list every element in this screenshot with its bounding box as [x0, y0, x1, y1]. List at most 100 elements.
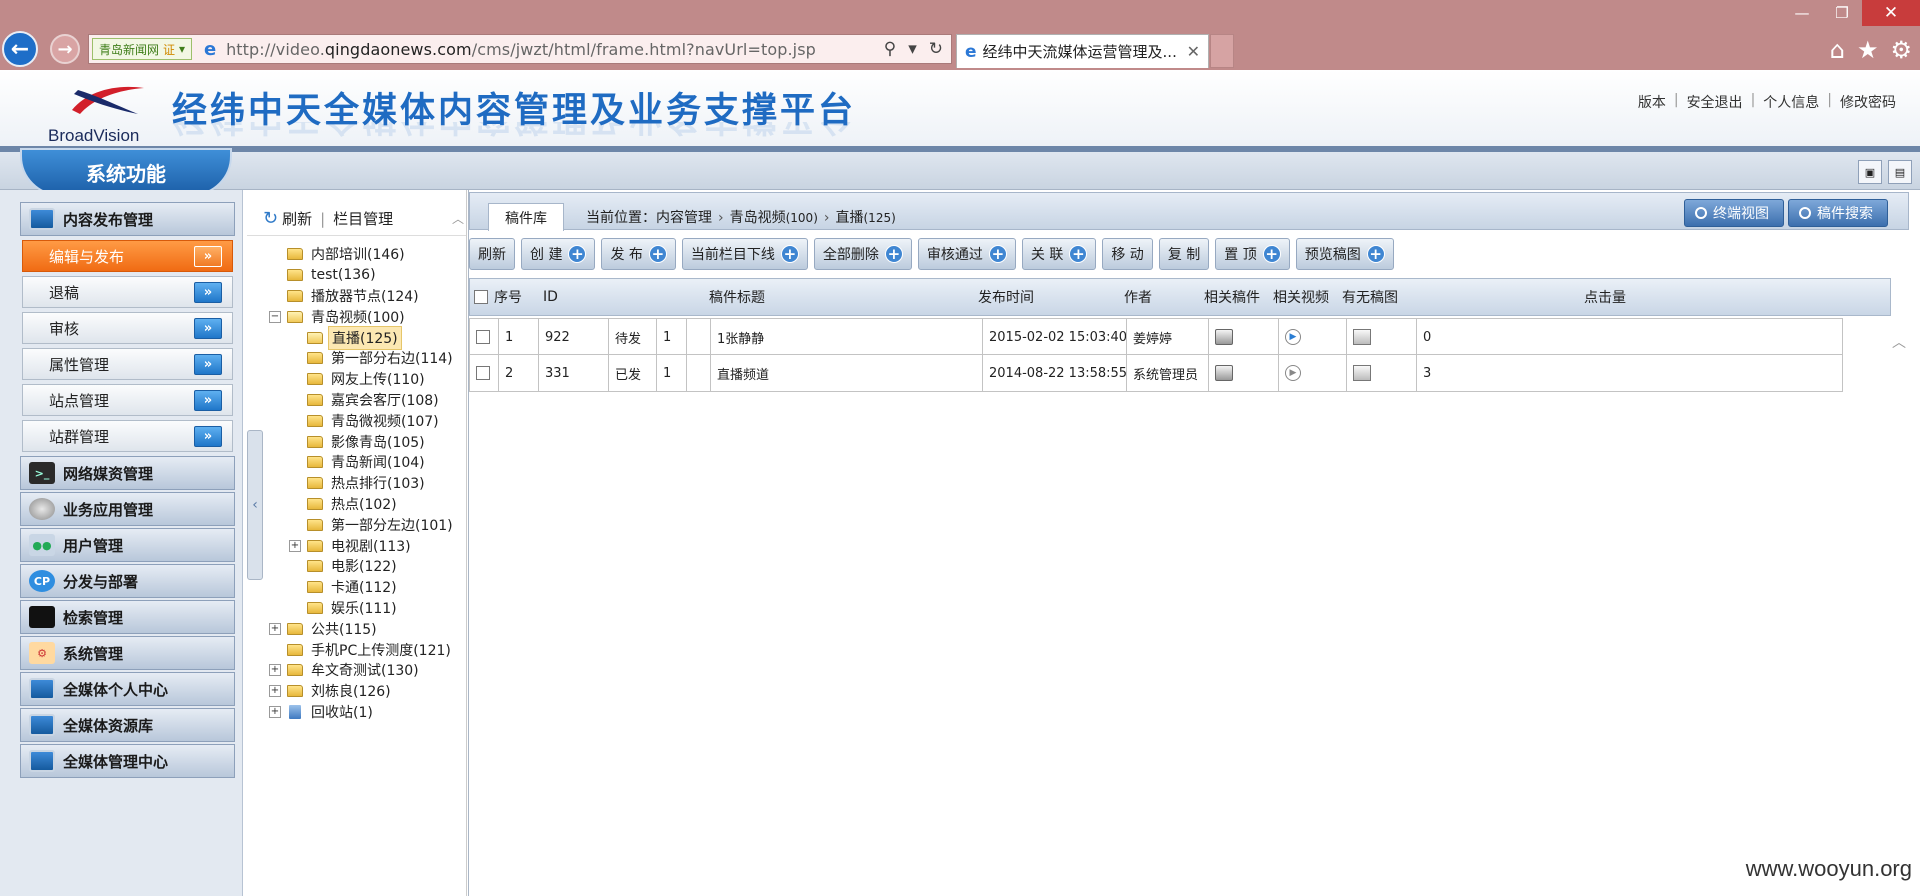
reload-icon[interactable]: ↻ [929, 39, 943, 59]
new-tab-button[interactable] [1210, 34, 1234, 68]
panel-splitter-handle[interactable]: ‹ [247, 430, 263, 580]
personal-info-link[interactable]: 个人信息 [1763, 92, 1819, 112]
toolbar-button[interactable]: 审核通过 + [917, 238, 1016, 270]
row-checkbox[interactable] [476, 366, 490, 380]
toolbar-button[interactable]: 预览稿图 + [1295, 238, 1394, 270]
row-checkbox[interactable] [476, 330, 490, 344]
toolbar-button[interactable]: 创 建 + [521, 238, 596, 270]
tree-node[interactable]: 网友上传(110) [269, 369, 466, 390]
tree-node[interactable]: 电影(122) [269, 556, 466, 577]
search-icon[interactable]: ⚲ [884, 39, 896, 59]
cell-title[interactable]: 1张静静 [717, 328, 764, 347]
forward-button[interactable]: → [50, 34, 80, 64]
tree-node[interactable]: + 回收站(1) [269, 702, 466, 723]
chevron-down-icon[interactable]: ▾ [908, 39, 917, 59]
maximize-icon[interactable]: ❐ [1822, 0, 1862, 26]
collapse-icon[interactable]: ︿ [452, 210, 464, 227]
column-header[interactable]: 作者 [1124, 287, 1152, 307]
version-link[interactable]: 版本 [1638, 92, 1666, 112]
tree-node[interactable]: 播放器节点(124) [269, 286, 466, 307]
tab-manuscript-library[interactable]: 稿件库 [488, 203, 564, 231]
tree-node[interactable]: 直播(125) [269, 325, 466, 350]
layout-toggle-icon[interactable]: ▣ [1858, 160, 1882, 184]
tree-node[interactable]: 热点(102) [269, 494, 466, 515]
tree-node[interactable]: 热点排行(103) [269, 473, 466, 494]
menu-group[interactable]: CP 分发与部署 [20, 564, 235, 598]
expand-toggle-icon[interactable]: + [269, 622, 281, 635]
tree-node[interactable]: test(136) [269, 265, 466, 286]
column-header[interactable]: 序号 [494, 287, 522, 307]
collapse-toggle-icon[interactable]: − [269, 310, 281, 323]
draft-image-icon[interactable] [1353, 365, 1371, 381]
tree-node[interactable]: 娱乐(111) [269, 598, 466, 619]
toolbar-button[interactable]: 复 制 [1158, 238, 1210, 270]
toolbar-button[interactable]: 置 顶 + [1215, 238, 1290, 270]
expand-toggle-icon[interactable]: + [289, 539, 301, 552]
layout-split-icon[interactable]: ▤ [1888, 160, 1912, 184]
terminal-view-button[interactable]: 终端视图 [1684, 199, 1784, 227]
tree-refresh-link[interactable]: 刷新 [282, 208, 312, 229]
url-text[interactable]: http://video.qingdaonews.com/cms/jwzt/ht… [226, 40, 816, 59]
column-header[interactable]: 点击量 [1584, 287, 1626, 307]
refresh-icon[interactable]: ↻ [263, 208, 278, 229]
related-video-play-icon[interactable]: ▶ [1285, 365, 1301, 381]
close-tab-icon[interactable]: ✕ [1187, 42, 1200, 61]
scroll-up-icon[interactable]: ︿ [1892, 332, 1906, 352]
menu-group[interactable]: 检索管理 [20, 600, 235, 634]
expand-toggle-icon[interactable]: + [269, 685, 281, 698]
related-doc-icon[interactable] [1215, 365, 1233, 381]
change-password-link[interactable]: 修改密码 [1840, 92, 1896, 112]
cell-title[interactable]: 直播频道 [717, 364, 769, 383]
tree-node[interactable]: 内部培训(146) [269, 244, 466, 265]
table-row[interactable]: 1 922 待发 1 1张静静 2015-02-02 15:03:40 姜婷婷 ▶ 0 [469, 318, 1843, 355]
sidebar-item[interactable]: 属性管理 » [22, 348, 233, 380]
menu-group[interactable]: 全媒体资源库 [20, 708, 235, 742]
tree-node[interactable]: 第一部分右边(114) [269, 348, 466, 369]
tree-node[interactable]: − 青岛视频(100) [269, 306, 466, 327]
column-header[interactable]: 发布时间 [978, 287, 1034, 307]
menu-group[interactable]: ⚙ 系统管理 [20, 636, 235, 670]
menu-group[interactable]: 业务应用管理 [20, 492, 235, 526]
sidebar-item[interactable]: 站点管理 » [22, 384, 233, 416]
toolbar-button[interactable]: 当前栏目下线 + [681, 238, 808, 270]
menu-group[interactable]: ●● 用户管理 [20, 528, 235, 562]
toolbar-button[interactable]: 移 动 [1102, 238, 1153, 270]
tree-node[interactable]: 手机PC上传测度(121) [269, 639, 466, 660]
tree-node[interactable]: + 电视剧(113) [269, 535, 466, 556]
browser-tab[interactable]: e 经纬中天流媒体运营管理及... ✕ [956, 34, 1209, 68]
minimize-icon[interactable]: — [1782, 0, 1822, 26]
favorites-star-icon[interactable]: ★ [1857, 36, 1879, 64]
column-header[interactable]: 相关视频 [1273, 287, 1329, 307]
draft-image-icon[interactable] [1353, 329, 1371, 345]
related-video-play-icon[interactable]: ▶ [1285, 329, 1301, 345]
menu-group[interactable]: >_ 网络媒资管理 [20, 456, 235, 490]
sidebar-item[interactable]: 编辑与发布 » [22, 240, 233, 272]
address-bar[interactable]: 青岛新闻网 证 ▾ e http://video.qingdaonews.com… [88, 34, 952, 64]
tree-node[interactable]: + 刘栋良(126) [269, 681, 466, 702]
expand-toggle-icon[interactable]: + [269, 705, 281, 718]
toolbar-button[interactable]: 发 布 + [601, 238, 676, 270]
toolbar-button[interactable]: 全部删除 + [813, 238, 912, 270]
select-all-checkbox[interactable] [474, 290, 488, 304]
tree-node[interactable]: 青岛新闻(104) [269, 452, 466, 473]
sidebar-item[interactable]: 站群管理 » [22, 420, 233, 452]
column-header[interactable]: 有无稿图 [1342, 287, 1398, 307]
expand-toggle-icon[interactable]: + [269, 664, 281, 677]
sidebar-item[interactable]: 审核 » [22, 312, 233, 344]
toolbar-button[interactable]: 刷新 [469, 238, 515, 270]
menu-group[interactable]: 全媒体个人中心 [20, 672, 235, 706]
logout-link[interactable]: 安全退出 [1687, 92, 1743, 112]
close-window-icon[interactable]: ✕ [1862, 0, 1920, 26]
sidebar-item[interactable]: 退稿 » [22, 276, 233, 308]
menu-group-content-publish[interactable]: 内容发布管理 [20, 202, 235, 236]
column-header[interactable]: 相关稿件 [1204, 287, 1260, 307]
tree-node[interactable]: 第一部分左边(101) [269, 514, 466, 535]
menu-group[interactable]: 全媒体管理中心 [20, 744, 235, 778]
tree-node[interactable]: 卡通(112) [269, 577, 466, 598]
column-header[interactable]: 稿件标题 [709, 287, 765, 307]
column-header[interactable]: ID [543, 289, 558, 305]
settings-gear-icon[interactable]: ⚙ [1890, 36, 1912, 64]
tree-node[interactable]: 青岛微视频(107) [269, 410, 466, 431]
toolbar-button[interactable]: 关 联 + [1021, 238, 1097, 270]
tree-node[interactable]: 影像青岛(105) [269, 431, 466, 452]
